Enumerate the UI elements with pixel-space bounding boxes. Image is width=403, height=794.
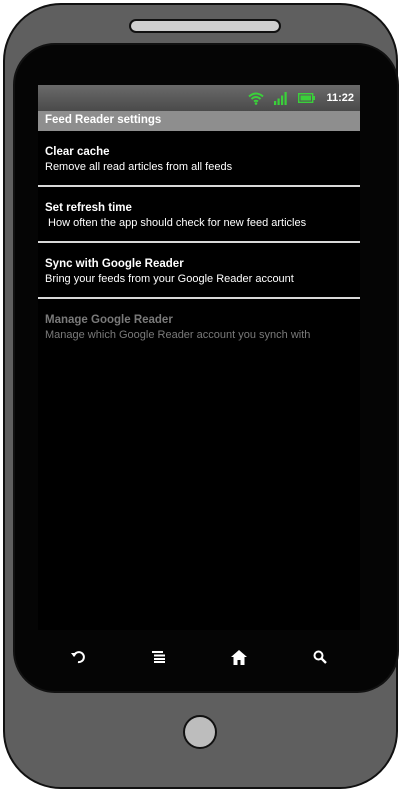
nav-bar xyxy=(38,640,360,674)
device-screen: 11:22 Feed Reader settings Clear cache R… xyxy=(38,85,360,630)
earpiece-speaker xyxy=(129,19,281,33)
status-time: 11:22 xyxy=(326,92,354,104)
hardware-home-button[interactable] xyxy=(183,715,217,749)
settings-list: Clear cache Remove all read articles fro… xyxy=(38,131,360,355)
setting-manage-google-reader: Manage Google Reader Manage which Google… xyxy=(38,299,360,355)
back-button[interactable] xyxy=(58,642,98,672)
wifi-icon xyxy=(248,92,265,105)
setting-summary: Remove all read articles from all feeds xyxy=(45,161,233,173)
setting-sync-google-reader[interactable]: Sync with Google Reader Bring your feeds… xyxy=(38,243,360,299)
setting-summary: How often the app should check for new f… xyxy=(45,217,307,229)
title-bar: Feed Reader settings xyxy=(38,111,360,131)
setting-clear-cache[interactable]: Clear cache Remove all read articles fro… xyxy=(38,131,360,187)
status-icons: 11:22 xyxy=(248,85,354,111)
home-icon xyxy=(231,649,248,665)
screen-title: Feed Reader settings xyxy=(45,114,162,126)
home-button[interactable] xyxy=(219,642,259,672)
setting-summary: Manage which Google Reader account you s… xyxy=(45,329,311,341)
search-button[interactable] xyxy=(300,642,340,672)
setting-summary: Bring your feeds from your Google Reader… xyxy=(45,273,294,285)
menu-button[interactable] xyxy=(139,642,179,672)
status-bar: 11:22 xyxy=(38,85,360,111)
setting-refresh-time[interactable]: Set refresh time How often the app shoul… xyxy=(38,187,360,243)
setting-title: Clear cache xyxy=(45,146,110,158)
setting-title: Manage Google Reader xyxy=(45,314,173,326)
signal-icon xyxy=(274,91,288,105)
search-icon xyxy=(313,650,327,664)
setting-title: Set refresh time xyxy=(45,202,132,214)
back-icon xyxy=(71,651,86,664)
setting-title: Sync with Google Reader xyxy=(45,258,184,270)
menu-icon xyxy=(151,651,165,663)
battery-icon xyxy=(298,93,316,103)
